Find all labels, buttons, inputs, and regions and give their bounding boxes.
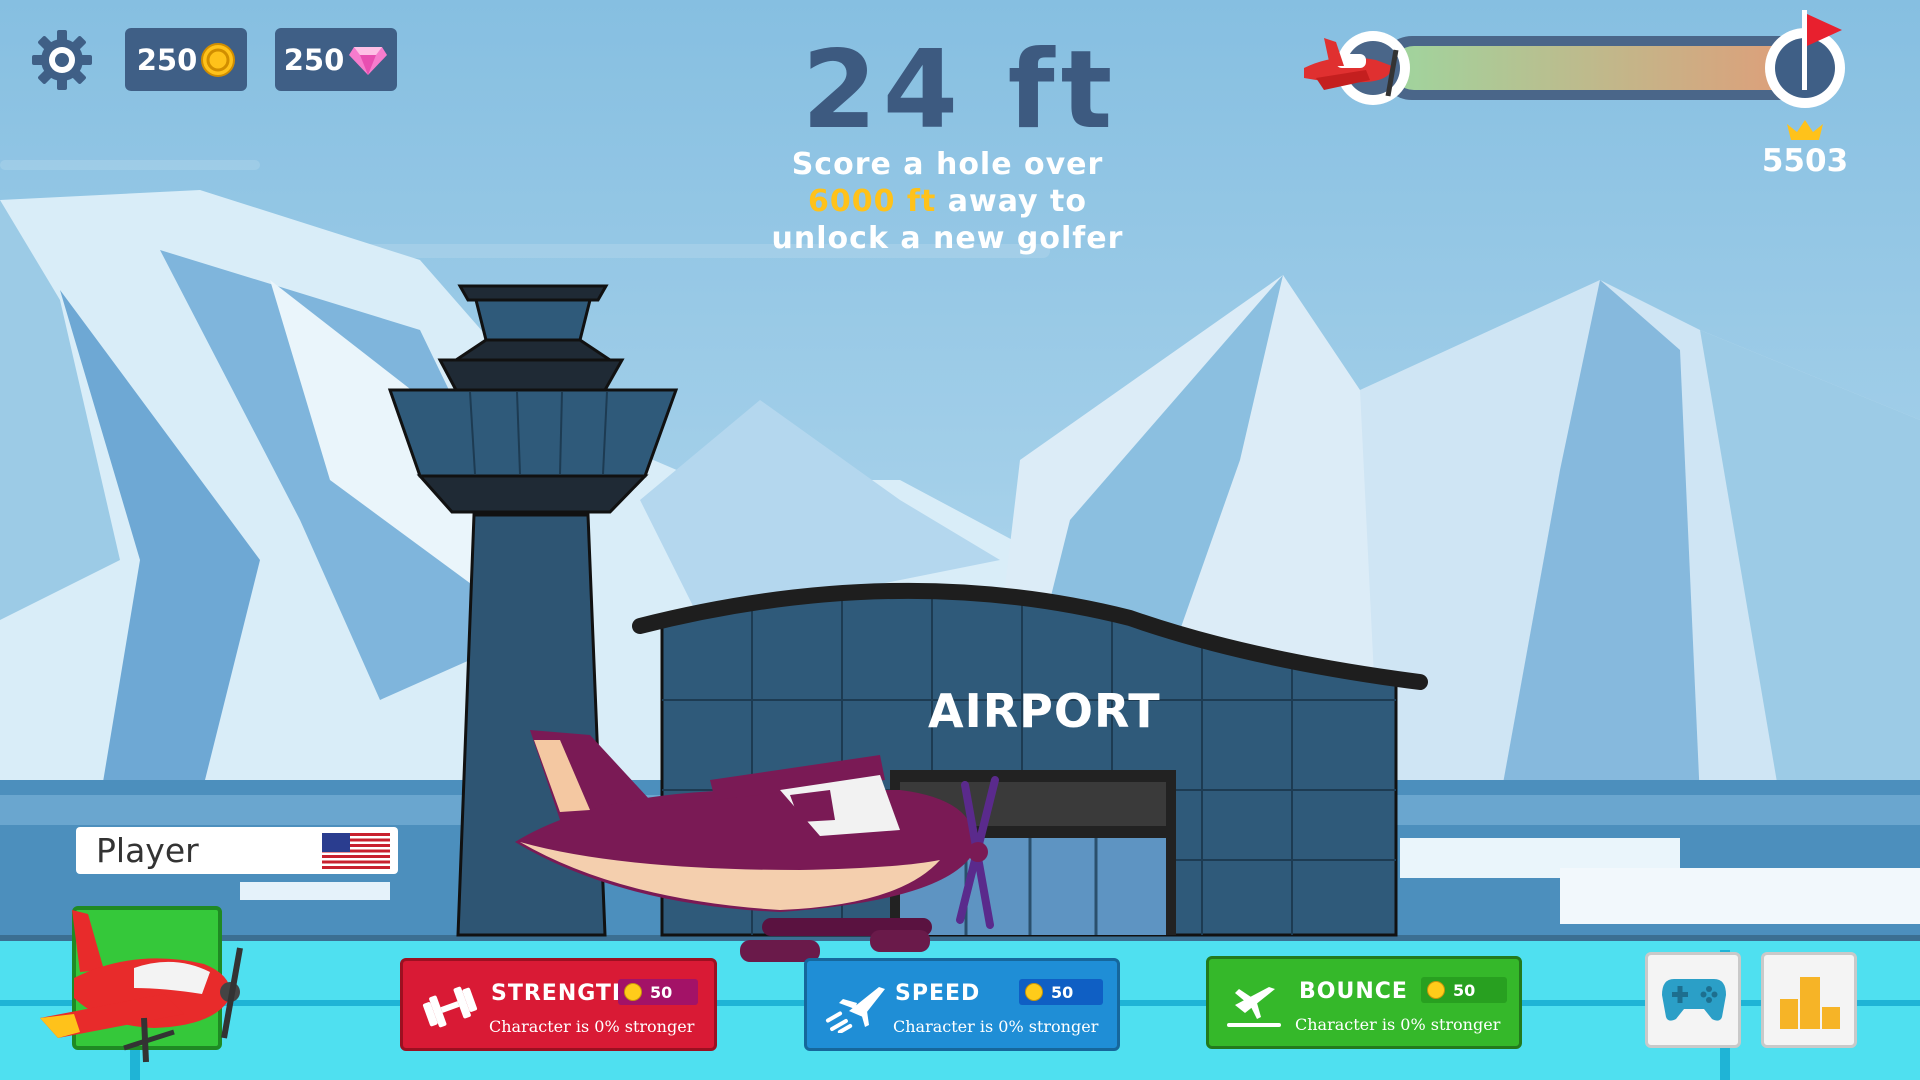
game-mode-button[interactable]	[1645, 952, 1741, 1048]
player-name-box: Player	[76, 827, 398, 874]
goal-flag-icon	[1802, 10, 1842, 90]
distance-display: 24 ft	[801, 28, 1119, 153]
plane-speed-icon	[825, 987, 885, 1033]
upgrade-speed-price: 50	[1019, 979, 1103, 1005]
upgrade-strength-price-value: 50	[650, 982, 673, 1002]
upgrade-strength-button[interactable]: STRENGTH 50 Character is 0% stronger	[400, 958, 717, 1051]
upgrade-bounce-label: BOUNCE	[1299, 979, 1408, 1004]
upgrade-strength-price: 50	[618, 979, 698, 1005]
upgrade-speed-description: Character is 0% stronger	[893, 1017, 1099, 1036]
coin-icon	[1427, 981, 1445, 999]
best-record: 5503	[1761, 143, 1849, 179]
upgrade-speed-price-value: 50	[1051, 982, 1074, 1002]
leaderboard-button[interactable]	[1761, 952, 1857, 1048]
podium-icon	[1780, 977, 1840, 1029]
upgrade-bounce-description: Character is 0% stronger	[1295, 1015, 1501, 1034]
unlock-hint: Score a hole over 6000 ft away to unlock…	[750, 146, 1145, 257]
crown-icon	[1787, 120, 1823, 140]
plane-landing-icon	[1227, 987, 1281, 1027]
upgrade-strength-label: STRENGTH	[491, 981, 632, 1006]
hint-text: Score a hole over	[791, 147, 1104, 182]
hint-target-distance: 6000 ft	[807, 184, 937, 219]
upgrade-bounce-price-value: 50	[1453, 980, 1476, 1000]
upgrade-bounce-price: 50	[1421, 977, 1507, 1003]
character-plane-icon	[40, 910, 243, 1063]
upgrade-speed-label: SPEED	[895, 981, 981, 1006]
dumbbell-icon	[422, 986, 478, 1028]
coin-icon	[1025, 983, 1043, 1001]
coin-icon	[624, 983, 642, 1001]
airport-sign: AIRPORT	[928, 684, 1161, 738]
upgrade-speed-button[interactable]: SPEED 50 Character is 0% stronger	[804, 958, 1120, 1051]
progress-plane-icon	[1304, 38, 1399, 97]
us-flag-icon	[322, 833, 390, 869]
gamepad-icon	[1662, 979, 1726, 1021]
player-name: Player	[96, 831, 199, 870]
upgrade-strength-description: Character is 0% stronger	[489, 1017, 695, 1036]
upgrade-bounce-button[interactable]: BOUNCE 50 Character is 0% stronger	[1206, 956, 1522, 1049]
